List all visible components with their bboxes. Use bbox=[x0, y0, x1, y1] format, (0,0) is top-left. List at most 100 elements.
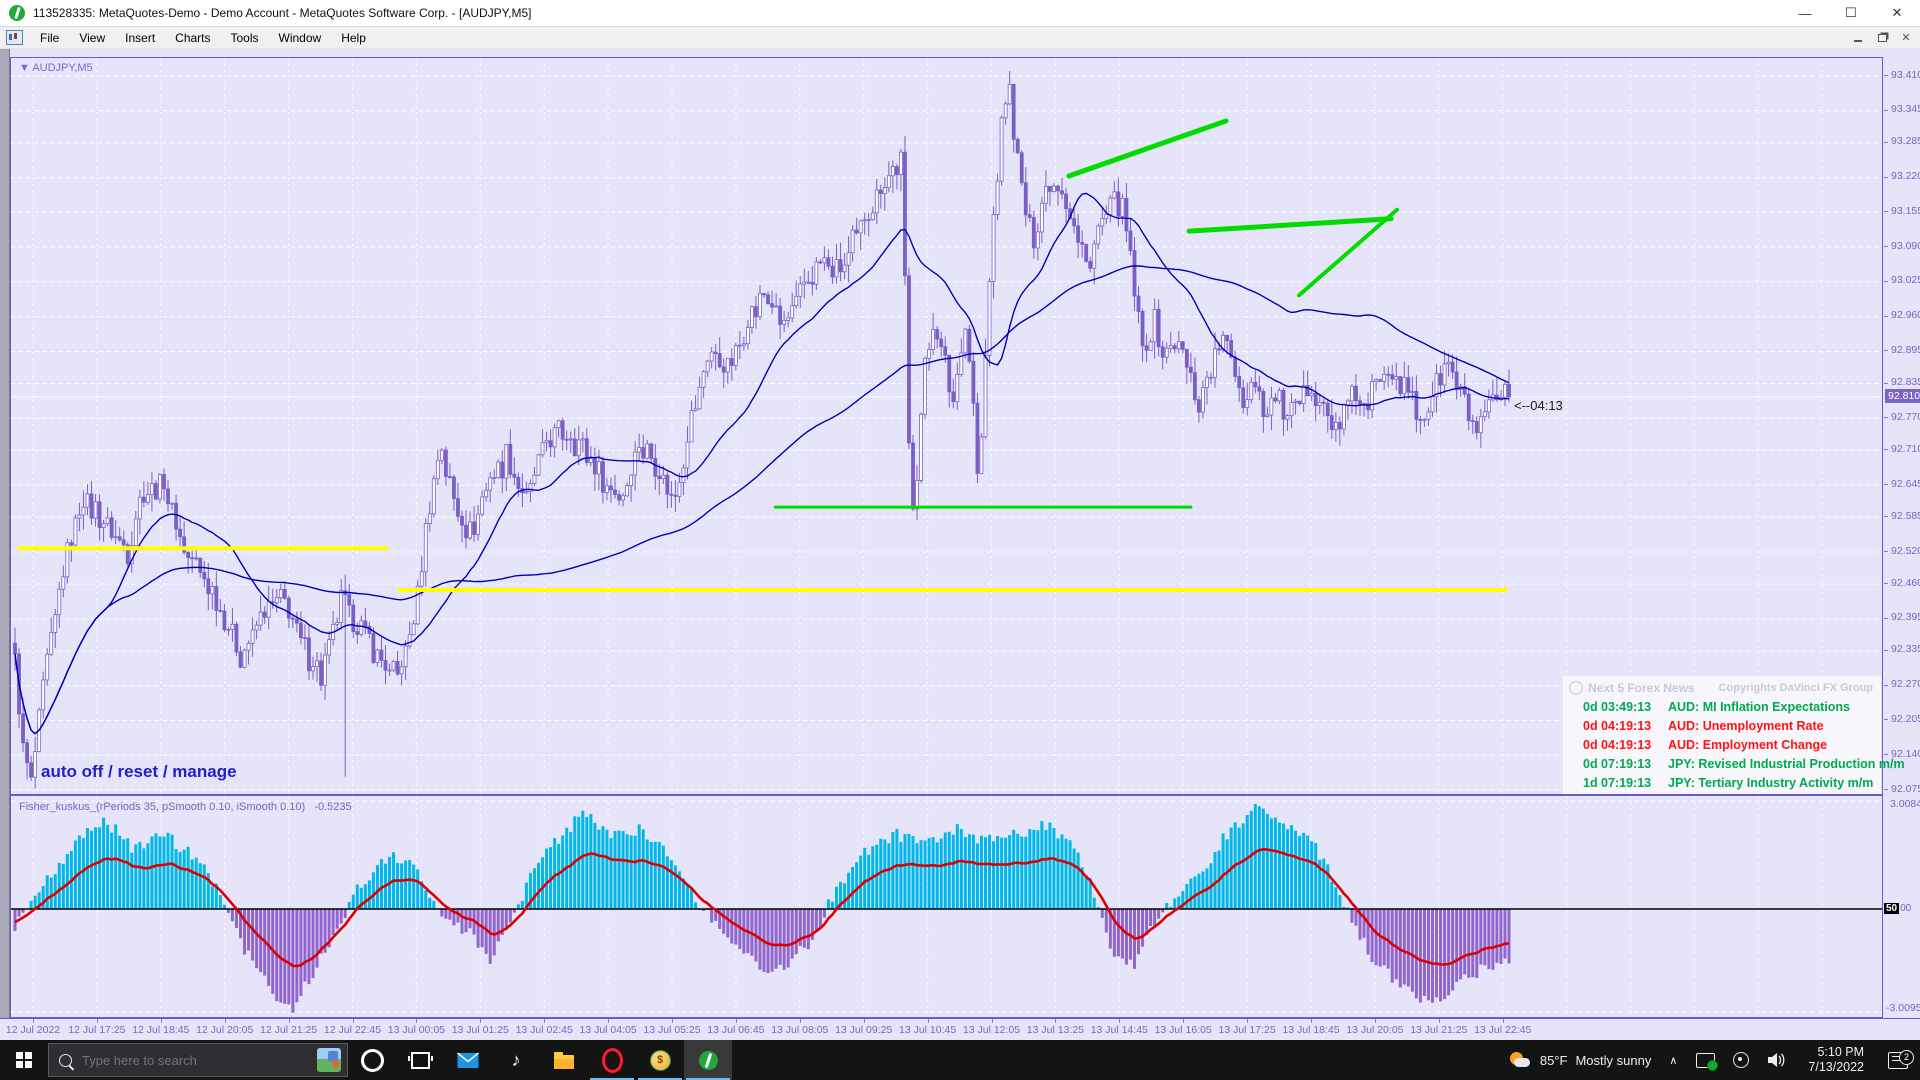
search-input[interactable] bbox=[80, 1052, 317, 1069]
price-axis-label: 93.025 bbox=[1891, 274, 1920, 286]
chart-restore-button[interactable] bbox=[1873, 31, 1891, 45]
indicator-pane[interactable]: Fisher_kuskus_(rPeriods 35, pSmooth 0.10… bbox=[10, 795, 1883, 1018]
menu-item-insert[interactable]: Insert bbox=[115, 27, 165, 48]
music-note-icon: ♪ bbox=[512, 1050, 521, 1071]
weather-temp[interactable]: 85°F bbox=[1540, 1053, 1568, 1068]
time-axis-label: 12 Jul 20:05 bbox=[196, 1024, 253, 1036]
time-axis-label: 13 Jul 14:45 bbox=[1091, 1024, 1148, 1036]
news-event: JPY: Tertiary Industry Activity m/m bbox=[1668, 776, 1873, 790]
taskbar-icon-music[interactable]: ♪ bbox=[492, 1040, 540, 1080]
price-axis-label: 92.335 bbox=[1891, 643, 1920, 655]
globe-icon bbox=[1569, 681, 1583, 695]
taskbar-clock[interactable]: 5:10 PM 7/13/2022 bbox=[1808, 1045, 1864, 1075]
taskbar-icon-metatrader[interactable] bbox=[684, 1040, 732, 1080]
time-axis-label: 13 Jul 17:25 bbox=[1218, 1024, 1275, 1036]
price-axis-label: 93.090 bbox=[1891, 240, 1920, 252]
time-axis-label: 13 Jul 22:45 bbox=[1474, 1024, 1531, 1036]
menu-item-window[interactable]: Window bbox=[269, 27, 332, 48]
price-axis-label: 92.895 bbox=[1891, 344, 1920, 356]
time-axis-tick bbox=[864, 1019, 865, 1023]
price-axis-tick bbox=[1884, 449, 1888, 450]
indicator-label: Fisher_kuskus_(rPeriods 35, pSmooth 0.10… bbox=[19, 801, 352, 813]
menu-bar: FileViewInsertChartsToolsWindowHelp ✕ bbox=[0, 27, 1920, 49]
time-axis-tick bbox=[1183, 1019, 1184, 1023]
news-countdown: 0d 04:19:13 bbox=[1583, 719, 1668, 733]
time-axis-tick bbox=[1503, 1019, 1504, 1023]
meet-now-icon[interactable] bbox=[1733, 1052, 1749, 1068]
price-axis-label: 92.710 bbox=[1891, 443, 1920, 455]
network-icon[interactable] bbox=[1696, 1053, 1715, 1068]
chart-overlay-text: auto off / reset / manage bbox=[41, 762, 237, 782]
news-countdown: 0d 07:19:13 bbox=[1583, 757, 1668, 771]
price-axis-tick bbox=[1884, 754, 1888, 755]
taskbar-icon-browser-ring[interactable] bbox=[348, 1040, 396, 1080]
indicator-scale-bottom: -3.0095 bbox=[1886, 1002, 1920, 1014]
time-axis-label: 13 Jul 01:25 bbox=[452, 1024, 509, 1036]
taskbar-icon-mail[interactable] bbox=[444, 1040, 492, 1080]
maximize-button[interactable]: ☐ bbox=[1828, 0, 1874, 26]
indicator-value: -0.5235 bbox=[314, 801, 351, 813]
notification-badge: 2 bbox=[1899, 1050, 1914, 1065]
time-axis-tick bbox=[544, 1019, 545, 1023]
time-axis-label: 12 Jul 22:45 bbox=[324, 1024, 381, 1036]
menu-item-file[interactable]: File bbox=[30, 27, 69, 48]
taskbar-icon-opera[interactable] bbox=[588, 1040, 636, 1080]
time-axis-tick bbox=[161, 1019, 162, 1023]
metatrader-taskbar-icon bbox=[699, 1051, 718, 1070]
zero-tag-value: 50 bbox=[1884, 903, 1899, 914]
mail-icon bbox=[457, 1052, 479, 1069]
taskbar-icon-explorer[interactable] bbox=[540, 1040, 588, 1080]
clock-date: 7/13/2022 bbox=[1808, 1060, 1864, 1074]
indicator-zero-tag: 50 00 bbox=[1884, 903, 1911, 914]
menu-item-charts[interactable]: Charts bbox=[165, 27, 220, 48]
taskbar-icon-coins[interactable]: $ bbox=[636, 1040, 684, 1080]
news-row: 0d 07:19:13JPY: Revised Industrial Produ… bbox=[1569, 754, 1881, 773]
search-box[interactable] bbox=[48, 1043, 348, 1077]
chart-close-button[interactable]: ✕ bbox=[1897, 31, 1915, 45]
chart-minimize-button[interactable] bbox=[1849, 31, 1867, 45]
news-header: Next 5 Forex News Copyrights DaVinci FX … bbox=[1569, 679, 1881, 697]
price-axis[interactable]: 93.41093.34593.28593.22093.15593.09093.0… bbox=[1884, 57, 1920, 1018]
minimize-button[interactable]: — bbox=[1782, 0, 1828, 26]
weather-condition[interactable]: Mostly sunny bbox=[1575, 1053, 1651, 1068]
time-axis-label: 12 Jul 2022 bbox=[6, 1024, 60, 1036]
start-button[interactable] bbox=[0, 1040, 48, 1080]
price-axis-tick bbox=[1884, 484, 1888, 485]
search-weather-icon[interactable] bbox=[317, 1048, 341, 1072]
news-row: 1d 07:19:13JPY: Tertiary Industry Activi… bbox=[1569, 773, 1881, 792]
time-axis-label: 13 Jul 13:25 bbox=[1027, 1024, 1084, 1036]
tray-expand-icon[interactable]: ∧ bbox=[1669, 1054, 1677, 1067]
system-tray: 85°F Mostly sunny ∧ 5:10 PM 7/13/2022 2 bbox=[1508, 1040, 1920, 1080]
time-axis-tick bbox=[1119, 1019, 1120, 1023]
price-axis-label: 93.410 bbox=[1891, 69, 1920, 81]
windows-logo-icon bbox=[16, 1052, 32, 1068]
time-axis[interactable]: 12 Jul 202212 Jul 17:2512 Jul 18:4512 Ju… bbox=[0, 1018, 1920, 1040]
taskbar: ♪ $ 85°F Mostly sunny ∧ 5:10 PM 7/13/202… bbox=[0, 1040, 1920, 1080]
close-button[interactable]: ✕ bbox=[1874, 0, 1920, 26]
time-axis-tick bbox=[33, 1019, 34, 1023]
menu-item-help[interactable]: Help bbox=[331, 27, 376, 48]
weather-icon[interactable] bbox=[1508, 1050, 1532, 1070]
time-axis-tick bbox=[800, 1019, 801, 1023]
menu-item-view[interactable]: View bbox=[69, 27, 115, 48]
news-countdown: 0d 03:49:13 bbox=[1583, 700, 1668, 714]
time-axis-tick bbox=[480, 1019, 481, 1023]
notification-button[interactable]: 2 bbox=[1876, 1052, 1920, 1069]
time-axis-tick bbox=[416, 1019, 417, 1023]
task-view-button[interactable] bbox=[396, 1040, 444, 1080]
news-copyright: Copyrights DaVinci FX Group bbox=[1719, 682, 1873, 694]
price-axis-label: 93.345 bbox=[1891, 103, 1920, 115]
time-axis-tick bbox=[1375, 1019, 1376, 1023]
price-axis-tick bbox=[1884, 246, 1888, 247]
zero-tag-suffix: 00 bbox=[1900, 903, 1911, 914]
time-axis-label: 13 Jul 05:25 bbox=[643, 1024, 700, 1036]
time-axis-label: 13 Jul 08:05 bbox=[771, 1024, 828, 1036]
time-axis-label: 13 Jul 04:05 bbox=[579, 1024, 636, 1036]
time-axis-label: 13 Jul 09:25 bbox=[835, 1024, 892, 1036]
menu-item-tools[interactable]: Tools bbox=[221, 27, 269, 48]
price-axis-label: 93.285 bbox=[1891, 135, 1920, 147]
price-axis-tick bbox=[1884, 551, 1888, 552]
price-axis-tick bbox=[1884, 618, 1888, 619]
price-axis-tick bbox=[1884, 417, 1888, 418]
volume-icon[interactable] bbox=[1767, 1052, 1787, 1068]
